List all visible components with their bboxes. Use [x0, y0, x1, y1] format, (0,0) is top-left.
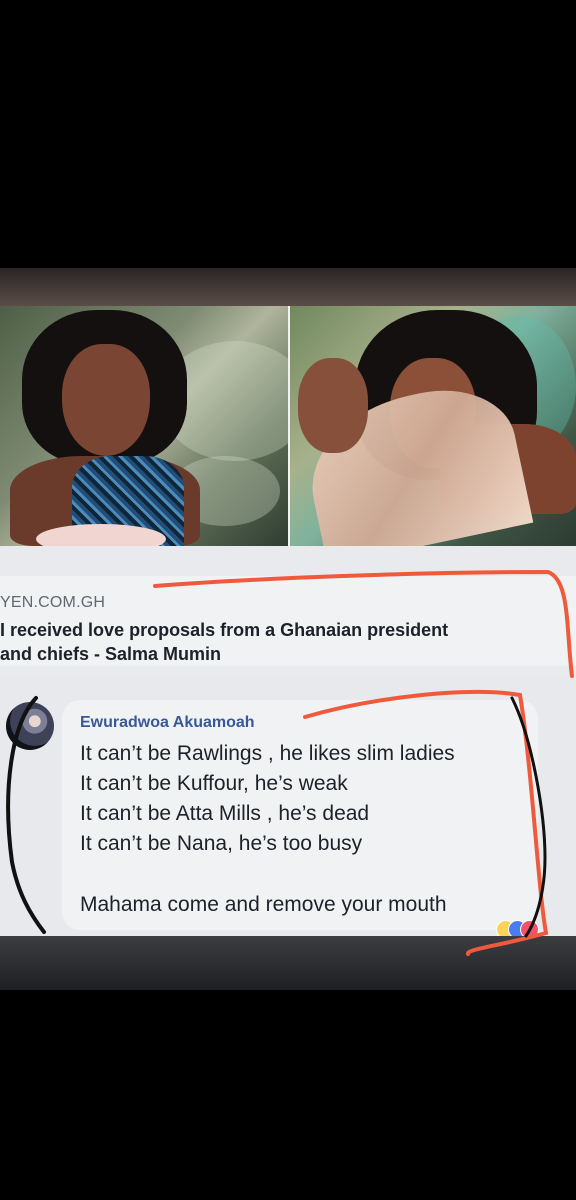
facebook-post-screenshot: YEN.COM.GH I received love proposals fro…	[0, 268, 576, 990]
comment-highlight-box	[303, 690, 549, 956]
black-right-bracket	[510, 696, 547, 938]
black-left-bracket	[6, 696, 46, 934]
underline-photo-caption	[153, 569, 574, 678]
red-markup-overlay	[6, 569, 574, 956]
